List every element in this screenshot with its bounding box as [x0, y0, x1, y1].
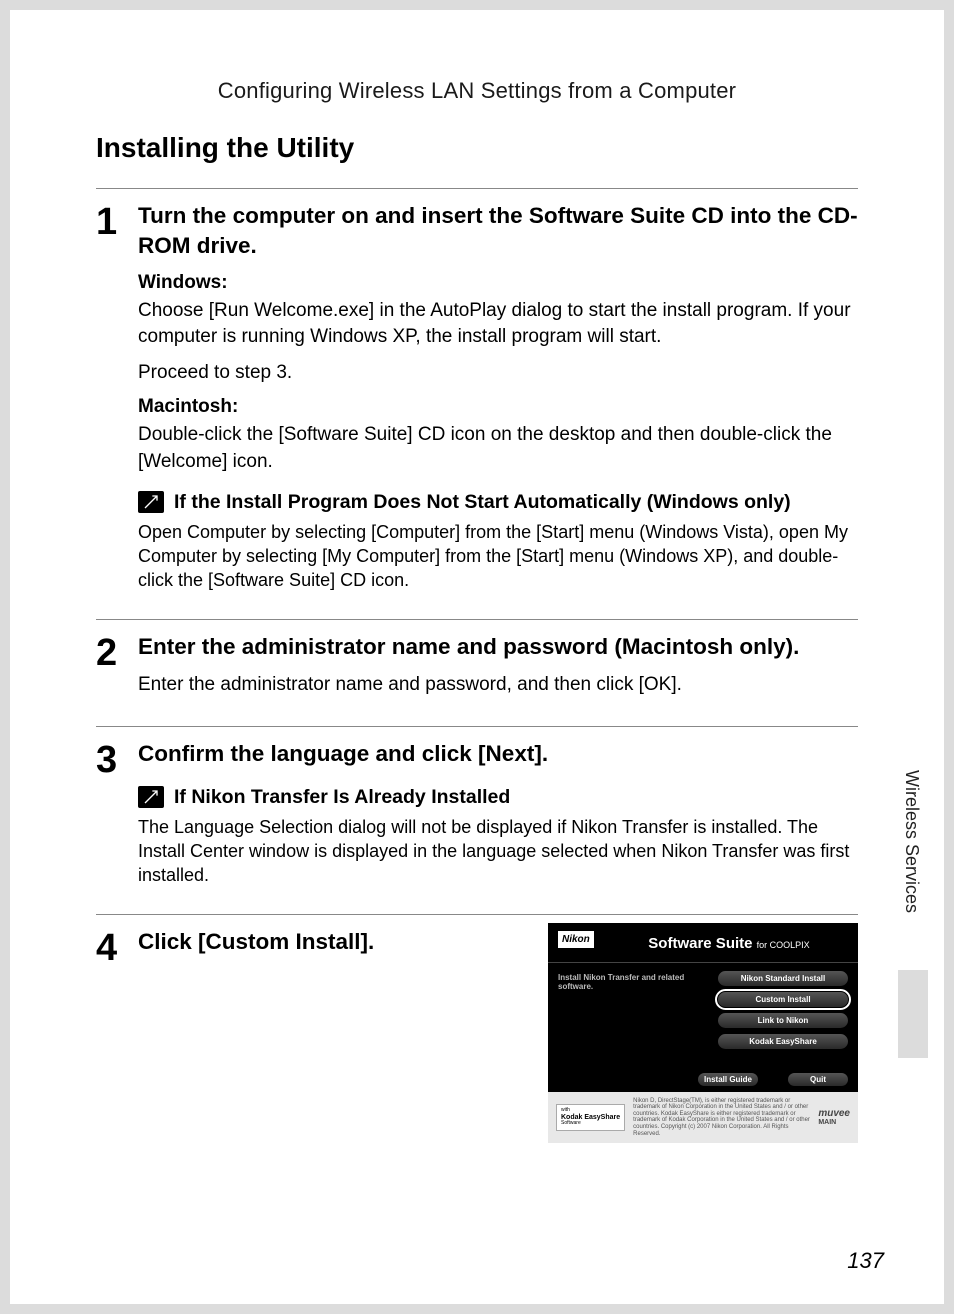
step-4: 4 Click [Custom Install]. Nikon Software… [96, 914, 858, 1144]
installer-footer-text: Nikon D, DirectStage(TM), is either regi… [633, 1098, 810, 1138]
note-body: The Language Selection dialog will not b… [138, 815, 858, 888]
page-number: 137 [847, 1248, 884, 1274]
kodak-badge: with Kodak EasyShare Software [556, 1104, 625, 1131]
main-logo: MAIN [818, 1119, 850, 1127]
subheading-macintosh: Macintosh: [138, 396, 858, 418]
section-title: Installing the Utility [96, 132, 858, 164]
step-2: 2 Enter the administrator name and passw… [96, 619, 858, 709]
link-to-nikon-button[interactable]: Link to Nikon [718, 1013, 848, 1028]
installer-left-text: Install Nikon Transfer and related softw… [558, 971, 718, 1055]
installer-window: Nikon Software Suite for COOLPIX Install… [548, 923, 858, 1144]
step-title: Turn the computer on and insert the Soft… [138, 201, 858, 262]
step-number: 2 [96, 632, 138, 709]
installer-title: Software Suite for COOLPIX [648, 931, 809, 952]
note-title: If the Install Program Does Not Start Au… [174, 491, 791, 514]
step-number: 4 [96, 927, 138, 1144]
side-tab-block [898, 970, 928, 1058]
paragraph: Choose [Run Welcome.exe] in the AutoPlay… [138, 298, 858, 350]
step-1: 1 Turn the computer on and insert the So… [96, 188, 858, 601]
kodak-easyshare-button[interactable]: Kodak EasyShare [718, 1034, 848, 1049]
custom-install-button[interactable]: Custom Install [718, 992, 848, 1007]
install-guide-button[interactable]: Install Guide [698, 1073, 758, 1086]
installer-title-main: Software Suite [648, 935, 752, 952]
step-title: Enter the administrator name and passwor… [138, 632, 858, 662]
installer-title-sub: for COOLPIX [757, 940, 810, 950]
step-title: Confirm the language and click [Next]. [138, 739, 858, 769]
note-body: Open Computer by selecting [Computer] fr… [138, 520, 858, 593]
paragraph: Double-click the [Software Suite] CD ico… [138, 422, 858, 474]
note-title: If Nikon Transfer Is Already Installed [174, 786, 510, 809]
note-icon [138, 491, 164, 513]
nikon-logo: Nikon [558, 931, 594, 948]
kodak-badge-sub: Software [561, 1121, 620, 1127]
step-number: 1 [96, 201, 138, 601]
side-tab-label: Wireless Services [901, 770, 922, 913]
quit-button[interactable]: Quit [788, 1073, 848, 1086]
note-icon [138, 786, 164, 808]
step-number: 3 [96, 739, 138, 895]
nikon-standard-install-button[interactable]: Nikon Standard Install [718, 971, 848, 986]
step-title: Click [Custom Install]. [138, 927, 530, 1134]
step-3: 3 Confirm the language and click [Next].… [96, 726, 858, 895]
muvee-logo: muvee [818, 1108, 850, 1119]
page-header: Configuring Wireless LAN Settings from a… [10, 10, 944, 104]
paragraph: Enter the administrator name and passwor… [138, 672, 858, 698]
subheading-windows: Windows: [138, 272, 858, 294]
paragraph: Proceed to step 3. [138, 360, 858, 386]
